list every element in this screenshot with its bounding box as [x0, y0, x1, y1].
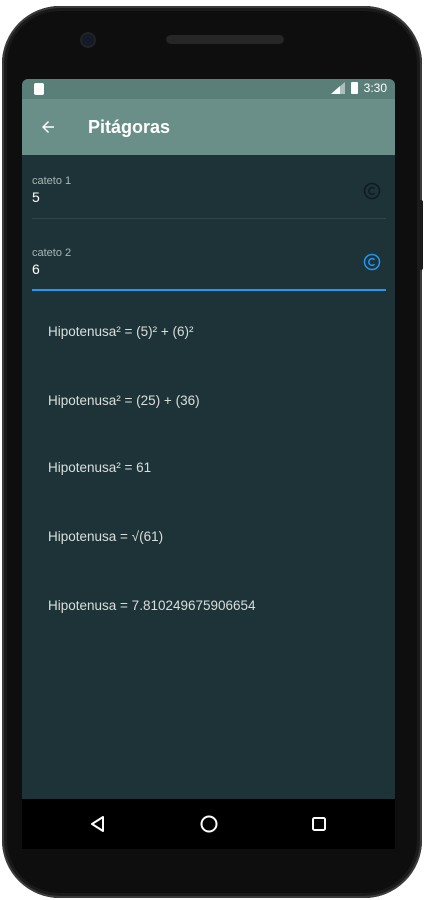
arrow-back-icon [42, 121, 54, 133]
status-bar: 3:30 [22, 79, 395, 99]
result-line-3: Hipotenusa² = 61 [48, 460, 152, 475]
status-right: 3:30 [330, 81, 387, 95]
result-line-1: Hipotenusa² = (5)² + (6)² [48, 324, 194, 339]
copyright-c-icon[interactable] [362, 252, 382, 272]
navigation-bar [22, 799, 395, 849]
cateto1-input[interactable] [32, 189, 332, 205]
copyright-c-icon[interactable] [362, 181, 382, 201]
result-line-2: Hipotenusa² = (25) + (36) [48, 393, 200, 408]
status-time: 3:30 [363, 81, 387, 95]
triangle-back-icon[interactable] [86, 812, 110, 836]
cateto1-underline [32, 218, 386, 219]
earpiece-speaker [166, 35, 284, 44]
cateto1-field[interactable]: cateto 1 [32, 169, 386, 219]
square-recents-icon[interactable] [307, 812, 331, 836]
cateto2-field[interactable]: cateto 2 [32, 241, 386, 293]
battery-icon [350, 82, 358, 94]
front-camera [82, 34, 94, 46]
cateto2-label: cateto 2 [32, 247, 72, 259]
screen: 3:30 Pitágoras cateto 1 cateto 2 Hipoten… [22, 79, 395, 799]
power-button [417, 200, 423, 270]
page-title: Pitágoras [88, 116, 171, 137]
signal-icon [330, 82, 345, 94]
cateto1-label: cateto 1 [32, 175, 72, 187]
app-bar: Pitágoras [22, 99, 395, 155]
cateto2-underline [32, 289, 386, 291]
back-button[interactable] [36, 115, 60, 139]
circle-home-icon[interactable] [197, 812, 221, 836]
sd-card-icon [34, 83, 44, 95]
result-line-5: Hipotenusa = 7.810249675906654 [48, 598, 256, 613]
result-line-4: Hipotenusa = √(61) [48, 529, 164, 544]
cateto2-input[interactable] [32, 261, 332, 277]
